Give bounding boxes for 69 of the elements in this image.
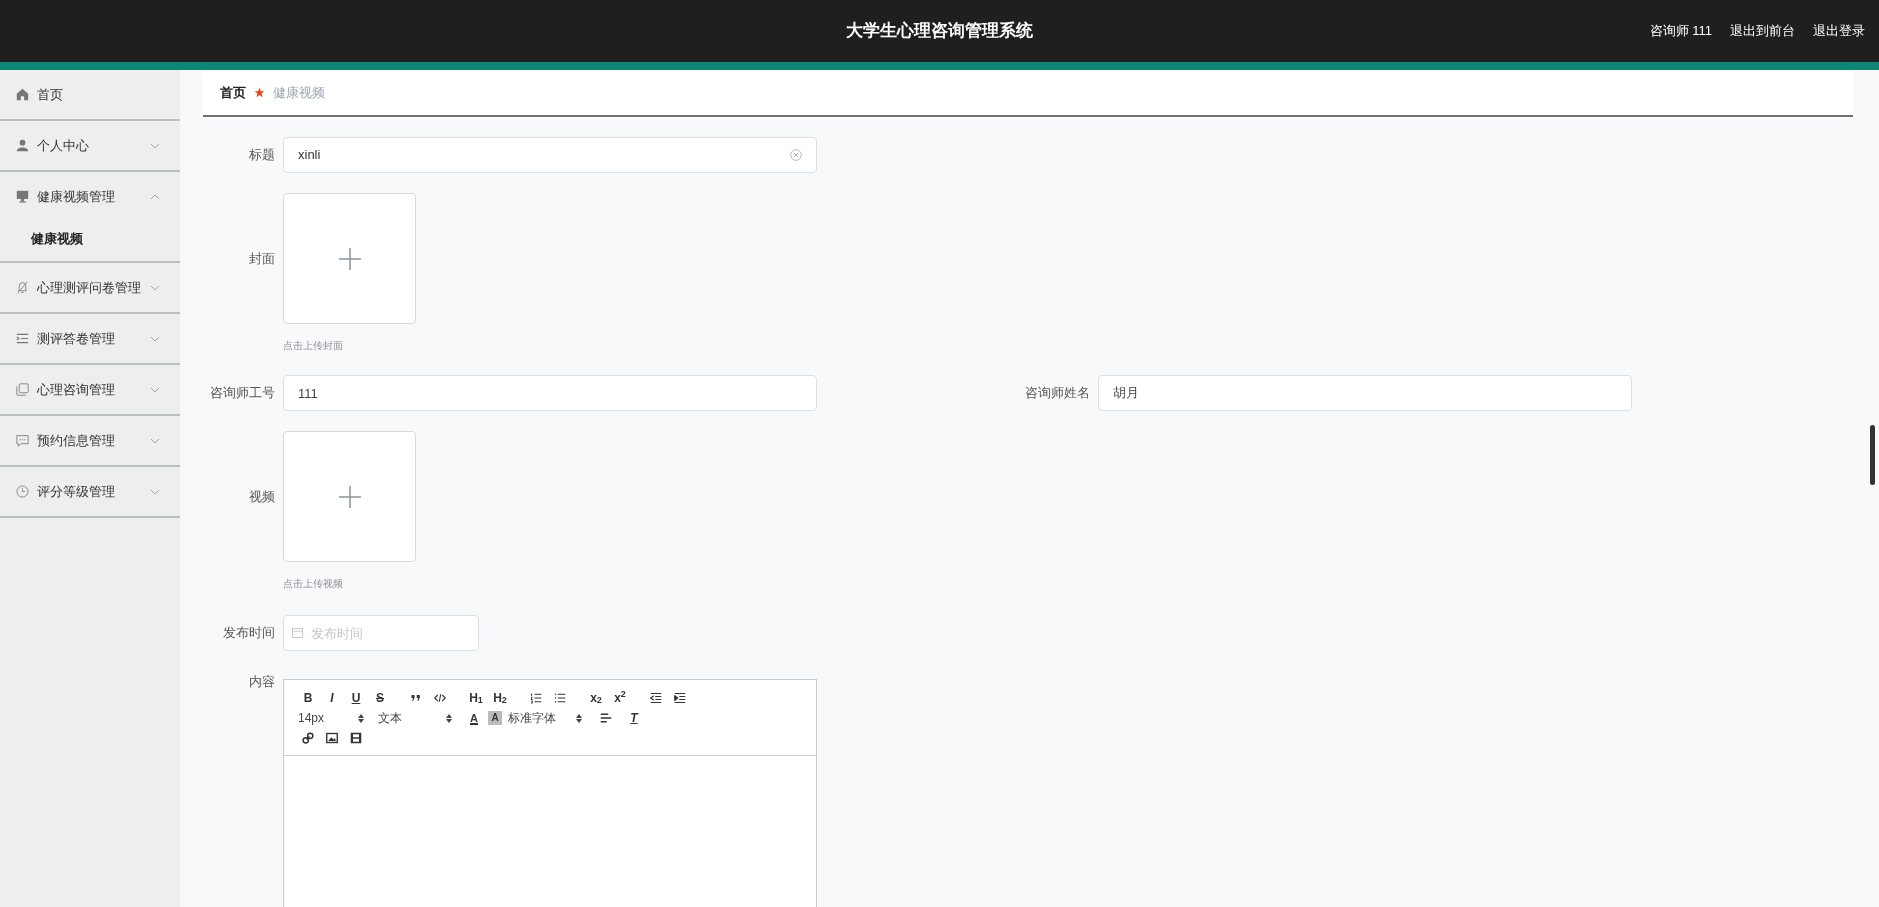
plus-icon [338, 485, 361, 508]
sidebar-item[interactable]: 健康视频管理 [0, 172, 180, 221]
ordered-list-icon[interactable] [530, 692, 542, 704]
sidebar-item[interactable]: 预约信息管理 [0, 416, 180, 465]
logout-link[interactable]: 退出登录 [1813, 21, 1865, 41]
scrollbar-thumb[interactable] [1870, 425, 1875, 485]
logout-link[interactable]: 退出到前台 [1730, 21, 1795, 41]
breadcrumb-link[interactable]: 首页 [220, 82, 246, 103]
sidebar-item[interactable]: 个人中心 [0, 121, 180, 170]
upload-hint: 点击上传视频 [283, 577, 344, 591]
field-label: 视频 [248, 488, 275, 506]
image-icon[interactable] [326, 732, 338, 744]
bell-off-icon [16, 281, 29, 294]
format-button[interactable]: x$_{2}$ [584, 689, 608, 707]
toolbar-dropdown[interactable]: 14px [296, 709, 376, 727]
highlight-button[interactable]: A [488, 711, 502, 725]
user-link[interactable]: 咨询师 111 [1649, 21, 1712, 41]
bullet-list-icon[interactable] [554, 692, 566, 704]
calendar-icon [292, 627, 303, 638]
sidebar-subitem[interactable]: 健康视频 [0, 221, 180, 261]
align-left-icon[interactable] [600, 712, 612, 724]
upload-hint: 点击上传封面 [283, 339, 344, 353]
field-label: 内容 [248, 673, 275, 691]
field-label: 咨询师姓名 [1024, 384, 1090, 402]
clock-icon [16, 485, 29, 498]
field-label: 咨询师工号 [209, 384, 275, 402]
plus-icon [338, 247, 361, 270]
sort-caret-icon [446, 713, 452, 723]
format-button[interactable]: U [344, 689, 368, 707]
chat-icon [16, 434, 29, 447]
home-icon [16, 88, 29, 101]
format-button[interactable]: H$_{1}$ [464, 689, 488, 707]
sidebar-item[interactable]: 首页 [0, 70, 180, 119]
field-value: xinli [298, 146, 322, 165]
sidebar-item[interactable]: 心理咨询管理 [0, 365, 180, 414]
rich-text-editor[interactable]: B I U S H$_{1}$ H$_{2}$ x$_{2}$ x$^{2}$ 14px 文本 A A 标准字体 T [283, 679, 817, 907]
app-title: 大学生心理咨询管理系统 [846, 20, 1033, 43]
text-field[interactable]: 胡月 [1098, 375, 1632, 411]
sort-caret-icon [358, 713, 364, 723]
toolbar-dropdown[interactable]: 标准字体 [506, 709, 594, 727]
user-icon [16, 139, 29, 152]
format-button[interactable]: S [368, 689, 392, 707]
field-label: 封面 [248, 250, 275, 268]
sort-caret-icon [576, 713, 582, 723]
format-button[interactable]: x$^{2}$ [608, 689, 632, 707]
monitor-icon [16, 190, 29, 203]
indent-icon[interactable] [674, 692, 686, 704]
list-icon [16, 332, 29, 345]
sidebar-item[interactable]: 心理测评问卷管理 [0, 263, 180, 312]
copy-icon [16, 383, 29, 396]
format-button[interactable]: H$_{2}$ [488, 689, 512, 707]
film-icon[interactable] [350, 732, 362, 744]
field-label: 发布时间 [222, 624, 275, 642]
quote-icon[interactable] [410, 692, 422, 704]
sidebar-item[interactable]: 测评答卷管理 [0, 314, 180, 363]
text-field[interactable]: xinli [283, 137, 817, 173]
field-label: 标题 [248, 146, 275, 164]
sidebar-item[interactable]: 评分等级管理 [0, 467, 180, 516]
star-icon [254, 87, 265, 98]
outdent-icon[interactable] [650, 692, 662, 704]
format-button[interactable]: B [296, 689, 320, 707]
format-button[interactable]: I [320, 689, 344, 707]
toolbar-dropdown[interactable]: 文本 [376, 709, 464, 727]
clear-format-button[interactable]: T [618, 709, 650, 727]
date-field[interactable]: 发布时间 [283, 615, 479, 651]
text-color-button[interactable]: A [464, 709, 484, 727]
code-icon[interactable] [434, 692, 446, 704]
text-field[interactable]: 111 [283, 375, 817, 411]
link-icon[interactable] [302, 732, 314, 744]
